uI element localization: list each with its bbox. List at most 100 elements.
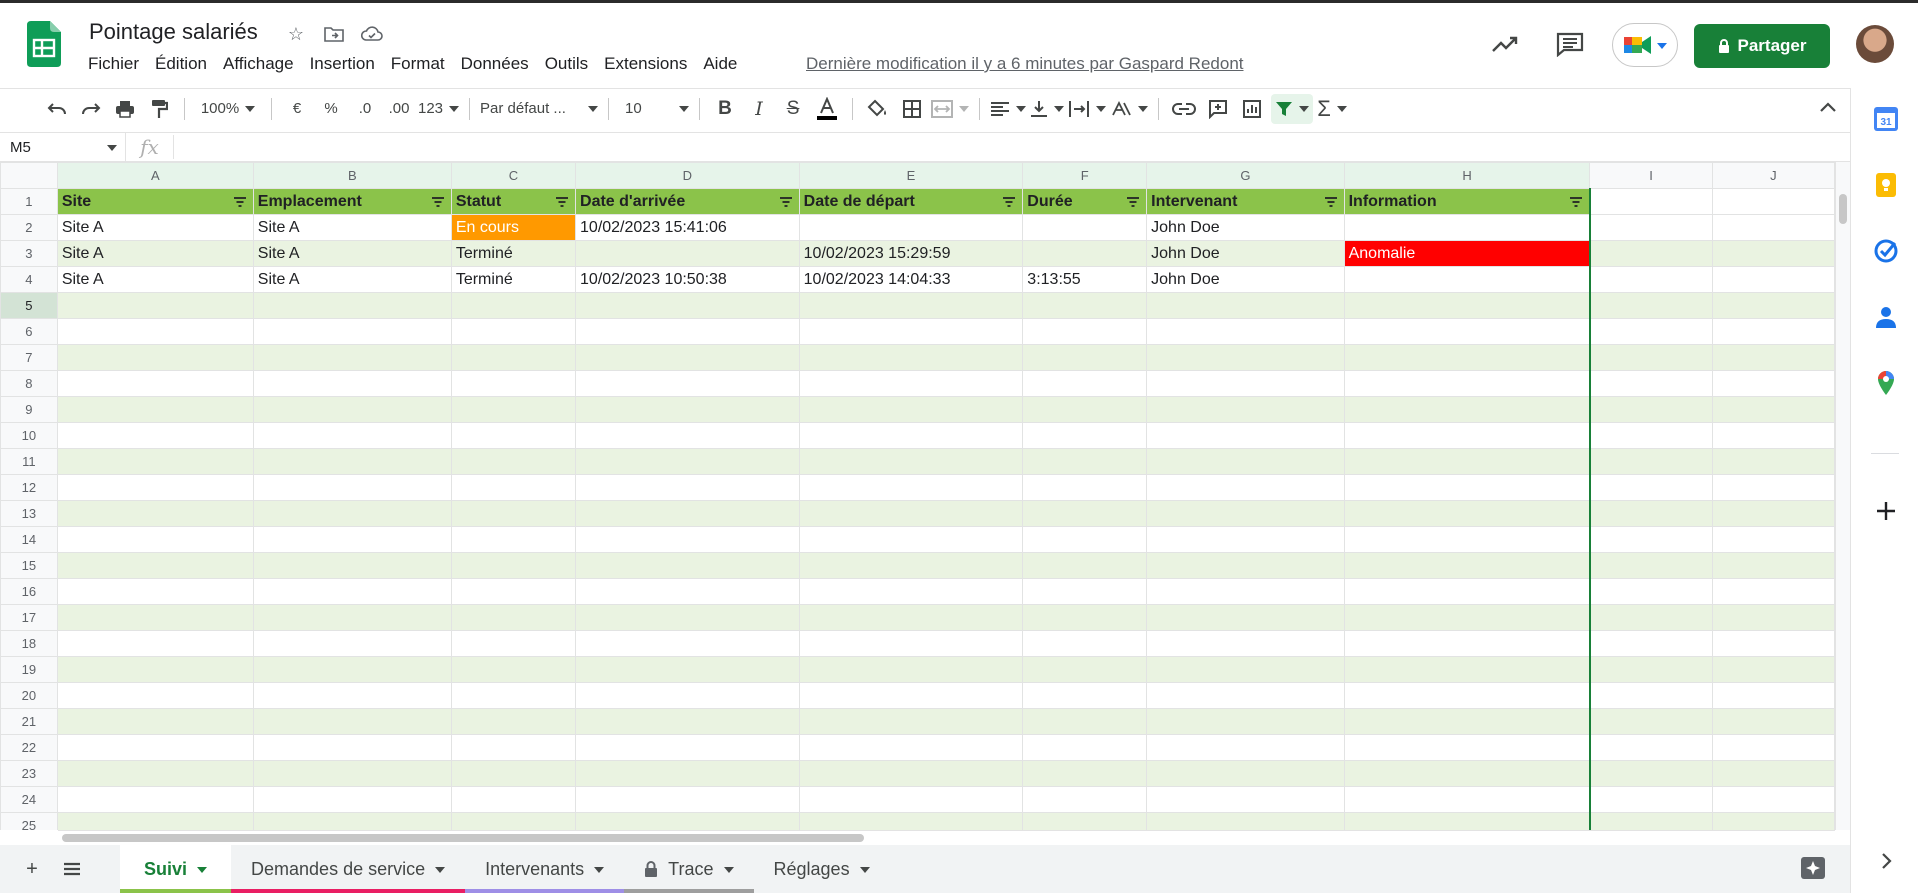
empty-cell[interactable]	[1589, 786, 1713, 813]
empty-cell[interactable]	[1711, 344, 1835, 371]
column-header-i[interactable]: I	[1589, 162, 1713, 189]
empty-cell[interactable]	[575, 318, 800, 345]
empty-cell[interactable]	[575, 656, 800, 683]
empty-cell[interactable]	[1022, 552, 1148, 579]
empty-cell[interactable]	[252, 318, 452, 345]
empty-cell[interactable]	[1146, 630, 1345, 657]
column-header-b[interactable]: B	[252, 162, 452, 189]
empty-cell[interactable]	[1343, 526, 1591, 553]
row-header[interactable]: 19	[0, 656, 58, 683]
empty-cell[interactable]	[1589, 630, 1713, 657]
percent-format-button[interactable]: %	[316, 94, 346, 124]
filter-icon[interactable]	[1271, 93, 1314, 124]
menu-data[interactable]: Données	[453, 52, 537, 76]
tab-trace[interactable]: Trace	[624, 845, 754, 893]
empty-cell[interactable]	[1589, 526, 1713, 553]
empty-cell[interactable]	[252, 604, 452, 631]
vertical-scrollbar[interactable]	[1835, 162, 1850, 830]
empty-cell[interactable]	[1711, 292, 1835, 319]
empty-cell[interactable]	[575, 604, 800, 631]
star-icon[interactable]: ☆	[283, 21, 309, 47]
empty-cell[interactable]	[1589, 604, 1713, 631]
filter-list-icon[interactable]	[555, 196, 569, 208]
empty-cell[interactable]	[450, 292, 577, 319]
empty-cell[interactable]	[56, 708, 254, 735]
empty-cell[interactable]	[1022, 422, 1148, 449]
empty-cell[interactable]	[1711, 188, 1835, 215]
menu-help[interactable]: Aide	[695, 52, 745, 76]
empty-cell[interactable]	[1022, 474, 1148, 501]
filter-list-icon[interactable]	[779, 196, 793, 208]
empty-cell[interactable]	[450, 708, 577, 735]
document-title[interactable]: Pointage salariés	[89, 19, 258, 45]
empty-cell[interactable]	[1711, 630, 1835, 657]
empty-cell[interactable]	[1022, 812, 1148, 830]
empty-cell[interactable]	[575, 682, 800, 709]
data-cell[interactable]: Site A	[56, 266, 254, 293]
empty-cell[interactable]	[798, 630, 1024, 657]
empty-cell[interactable]	[1589, 734, 1713, 761]
header-cell[interactable]: Intervenant	[1146, 188, 1345, 215]
header-cell[interactable]: Date de départ	[798, 188, 1024, 215]
column-header-e[interactable]: E	[798, 162, 1024, 189]
empty-cell[interactable]	[252, 708, 452, 735]
empty-cell[interactable]	[56, 500, 254, 527]
row-header[interactable]: 14	[0, 526, 58, 553]
empty-cell[interactable]	[1343, 552, 1591, 579]
empty-cell[interactable]	[1343, 578, 1591, 605]
menu-view[interactable]: Affichage	[215, 52, 302, 76]
empty-cell[interactable]	[575, 552, 800, 579]
empty-cell[interactable]	[56, 474, 254, 501]
empty-cell[interactable]	[798, 448, 1024, 475]
empty-cell[interactable]	[1022, 526, 1148, 553]
empty-cell[interactable]	[1146, 682, 1345, 709]
empty-cell[interactable]	[1711, 682, 1835, 709]
empty-cell[interactable]	[450, 396, 577, 423]
empty-cell[interactable]	[56, 578, 254, 605]
empty-cell[interactable]	[798, 734, 1024, 761]
header-cell[interactable]: Emplacement	[252, 188, 452, 215]
font-family-select[interactable]: Par défaut ...	[480, 94, 598, 124]
empty-cell[interactable]	[56, 812, 254, 830]
empty-cell[interactable]	[450, 630, 577, 657]
empty-cell[interactable]	[450, 344, 577, 371]
row-header[interactable]: 20	[0, 682, 58, 709]
empty-cell[interactable]	[798, 812, 1024, 830]
functions-icon[interactable]: Σ	[1317, 94, 1347, 124]
chevron-right-icon[interactable]	[1873, 848, 1899, 874]
empty-cell[interactable]	[1589, 448, 1713, 475]
currency-format-button[interactable]: €	[282, 94, 312, 124]
empty-cell[interactable]	[56, 786, 254, 813]
empty-cell[interactable]	[1711, 526, 1835, 553]
empty-cell[interactable]	[1146, 734, 1345, 761]
empty-cell[interactable]	[1343, 760, 1591, 787]
empty-cell[interactable]	[1022, 682, 1148, 709]
empty-cell[interactable]	[798, 604, 1024, 631]
empty-cell[interactable]	[1343, 786, 1591, 813]
empty-cell[interactable]	[252, 344, 452, 371]
empty-cell[interactable]	[56, 396, 254, 423]
empty-cell[interactable]	[1022, 370, 1148, 397]
empty-cell[interactable]	[1343, 656, 1591, 683]
empty-cell[interactable]	[1589, 292, 1713, 319]
empty-cell[interactable]	[1711, 812, 1835, 830]
data-cell[interactable]	[1022, 214, 1148, 241]
add-icon[interactable]	[1873, 498, 1899, 524]
empty-cell[interactable]	[450, 760, 577, 787]
data-cell[interactable]: John Doe	[1146, 214, 1345, 241]
empty-cell[interactable]	[1146, 500, 1345, 527]
empty-cell[interactable]	[252, 396, 452, 423]
empty-cell[interactable]	[1711, 370, 1835, 397]
empty-cell[interactable]	[1022, 734, 1148, 761]
empty-cell[interactable]	[450, 682, 577, 709]
empty-cell[interactable]	[575, 526, 800, 553]
empty-cell[interactable]	[1589, 396, 1713, 423]
empty-cell[interactable]	[450, 474, 577, 501]
row-header[interactable]: 11	[0, 448, 58, 475]
paint-format-icon[interactable]	[144, 94, 174, 124]
meet-button[interactable]	[1612, 23, 1678, 67]
empty-cell[interactable]	[1711, 786, 1835, 813]
undo-icon[interactable]	[42, 94, 72, 124]
empty-cell[interactable]	[1589, 422, 1713, 449]
empty-cell[interactable]	[575, 370, 800, 397]
